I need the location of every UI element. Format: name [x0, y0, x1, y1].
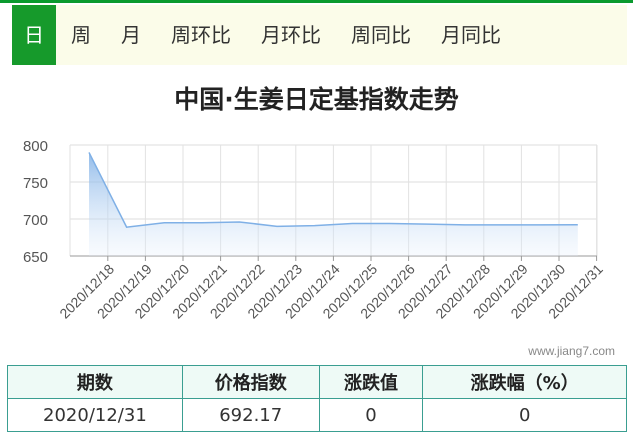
col-header-period: 期数 [7, 365, 183, 399]
col-header-price-index: 价格指数 [181, 365, 320, 399]
cell-period: 2020/12/31 [7, 398, 183, 432]
cell-price-index: 692.17 [181, 398, 320, 432]
index-trend-chart: 6507007508002020/12/182020/12/192020/12/… [23, 138, 606, 322]
table-row: 2020/12/31 692.17 0 0 [7, 398, 627, 432]
y-tick-label: 800 [23, 138, 48, 155]
y-tick-label: 700 [23, 212, 48, 229]
y-tick-label: 750 [23, 175, 48, 192]
col-header-change-percent: 涨跌幅（%） [422, 365, 627, 399]
table-header-row: 期数 价格指数 涨跌值 涨跌幅（%） [7, 365, 627, 399]
cell-change-value: 0 [318, 398, 424, 432]
col-header-change-value: 涨跌值 [318, 365, 424, 399]
y-tick-label: 650 [23, 249, 48, 266]
site-watermark: www.jiang7.com [528, 344, 615, 358]
cell-change-percent: 0 [422, 398, 627, 432]
index-summary-table: 期数 价格指数 涨跌值 涨跌幅（%） 2020/12/31 692.17 0 0 [7, 365, 627, 432]
